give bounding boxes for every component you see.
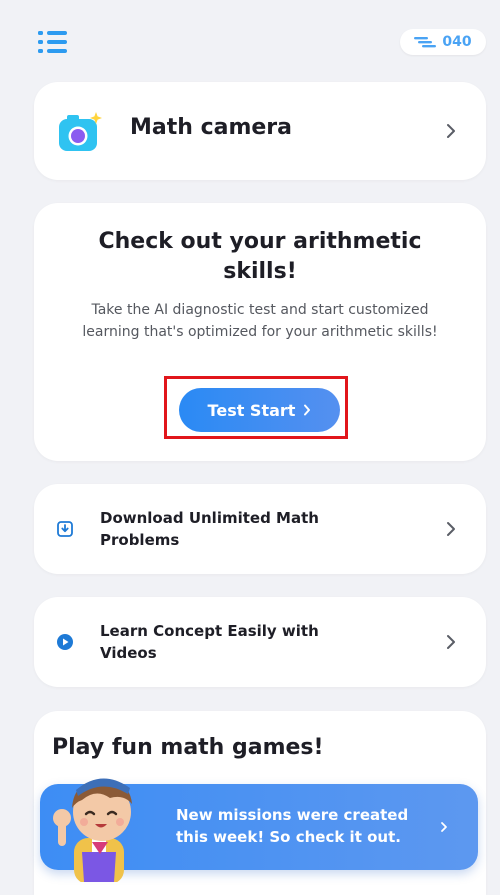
menu-button[interactable] bbox=[36, 28, 70, 56]
new-missions-text: New missions were created this week! So … bbox=[176, 806, 409, 846]
top-bar: 040 bbox=[0, 0, 500, 80]
concept-videos-label: Learn Concept Easily with Videos bbox=[100, 622, 319, 662]
coin-count: 040 bbox=[442, 34, 472, 50]
download-problems-label: Download Unlimited Math Problems bbox=[100, 509, 319, 549]
camera-icon bbox=[59, 112, 102, 151]
coin-icon bbox=[414, 37, 437, 48]
concept-videos-card[interactable]: Learn Concept Easily with Videos bbox=[34, 597, 486, 687]
chevron-right-icon bbox=[441, 822, 447, 832]
test-start-label: Test Start bbox=[207, 400, 296, 420]
chevron-right-icon bbox=[304, 404, 311, 416]
math-camera-label: Math camera bbox=[130, 115, 293, 140]
chevron-right-icon bbox=[447, 522, 455, 536]
download-icon bbox=[57, 521, 73, 537]
math-games-title: Play fun math games! bbox=[52, 735, 324, 760]
download-problems-card[interactable]: Download Unlimited Math Problems bbox=[34, 484, 486, 574]
diagnostic-test-card: Check out your arithmetic skills! Take t… bbox=[34, 203, 486, 461]
diagnostic-title: Check out your arithmetic skills! bbox=[98, 229, 422, 284]
coin-balance[interactable]: 040 bbox=[400, 29, 486, 55]
boy-mascot-illustration bbox=[53, 778, 132, 882]
chevron-right-icon bbox=[447, 124, 455, 138]
list-menu-icon bbox=[38, 31, 67, 53]
diagnostic-description: Take the AI diagnostic test and start cu… bbox=[82, 302, 438, 340]
chevron-right-icon bbox=[447, 635, 455, 649]
math-camera-card[interactable]: Math camera bbox=[34, 82, 486, 180]
play-icon bbox=[57, 634, 73, 650]
test-start-button[interactable]: Test Start bbox=[179, 388, 340, 432]
